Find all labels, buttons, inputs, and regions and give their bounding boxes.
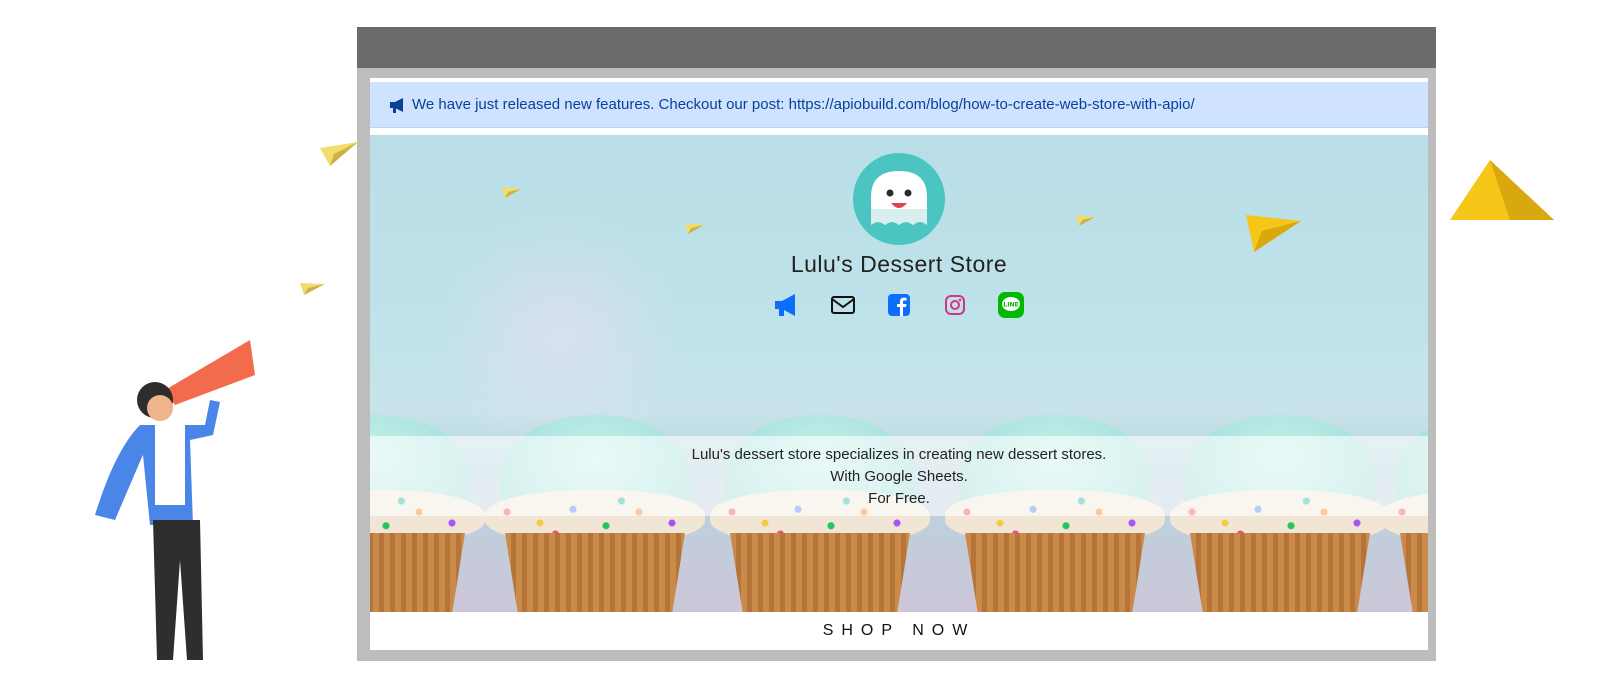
person-with-megaphone-illustration: [95, 340, 255, 660]
social-links: LINE: [370, 290, 1428, 320]
description-line: For Free.: [868, 490, 930, 507]
shop-now-button[interactable]: SHOP NOW: [370, 612, 1428, 650]
announcement-banner[interactable]: We have just released new features. Chec…: [370, 82, 1428, 128]
description-line: With Google Sheets.: [830, 468, 968, 485]
store-profile: Lulu's Dessert Store LINE: [370, 153, 1428, 320]
browser-title-bar: [357, 27, 1436, 68]
megaphone-icon[interactable]: [772, 290, 802, 320]
paper-plane-icon: [300, 283, 325, 295]
instagram-icon[interactable]: [940, 290, 970, 320]
store-logo: [853, 153, 945, 245]
ghost-icon: [871, 171, 927, 225]
megaphone-icon: [390, 97, 403, 113]
store-name: Lulu's Dessert Store: [790, 251, 1008, 277]
paper-plane-icon: [320, 142, 358, 166]
description-line: Lulu's dessert store specializes in crea…: [691, 446, 1107, 463]
announcement-text[interactable]: We have just released new features. Chec…: [412, 96, 1195, 113]
store-description: Lulu's dessert store specializes in crea…: [370, 436, 1428, 516]
facebook-icon[interactable]: [884, 290, 914, 320]
store-page: We have just released new features. Chec…: [370, 78, 1428, 650]
line-icon[interactable]: LINE: [996, 290, 1026, 320]
paper-plane-icon: [1450, 160, 1554, 220]
browser-window: We have just released new features. Chec…: [357, 27, 1436, 661]
svg-text:LINE: LINE: [1003, 302, 1018, 309]
envelope-icon[interactable]: [828, 290, 858, 320]
hero-section: Lulu's Dessert Store LINE Lulu's dessert…: [370, 135, 1428, 612]
